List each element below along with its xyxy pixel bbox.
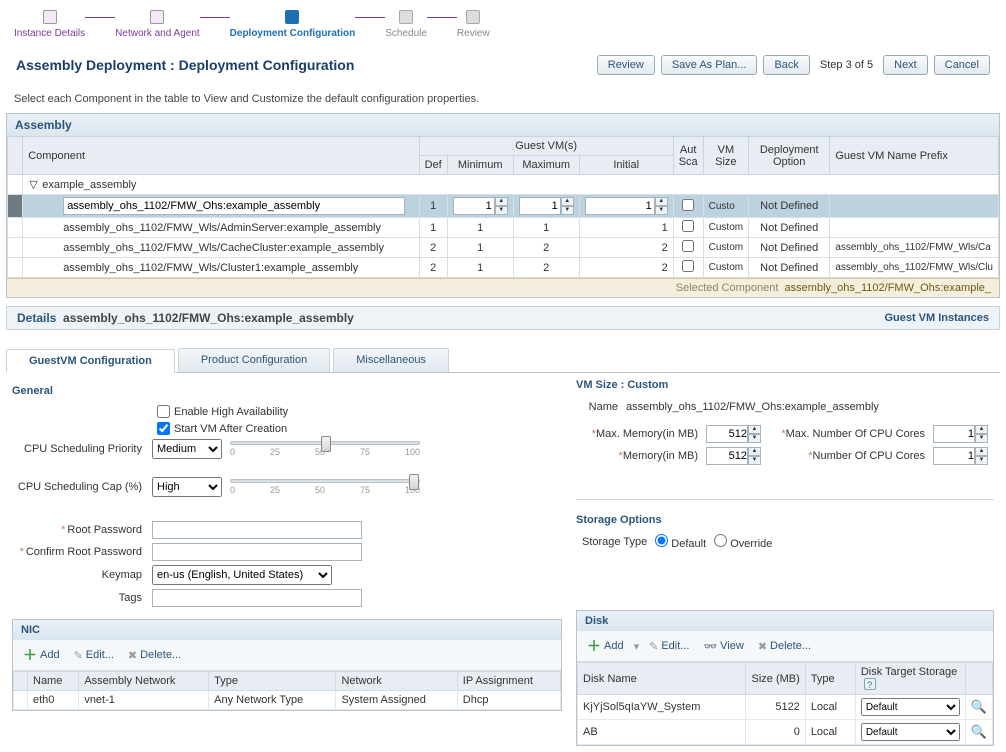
wizard-nav: Instance Details Network and Agent Deplo… — [0, 0, 1006, 43]
table-row[interactable]: AB 0 Local Default 🔍 — [578, 720, 993, 745]
assembly-header: Assembly — [7, 114, 999, 136]
table-row[interactable]: 1 ▲▼ ▲▼ ▲▼ Custo Not Defined — [8, 195, 999, 218]
enable-ha-label: Enable High Availability — [174, 406, 288, 418]
component-name-input[interactable] — [63, 197, 405, 215]
initial-spinner[interactable]: ▲▼ — [585, 197, 668, 215]
tab-product-config[interactable]: Product Configuration — [178, 348, 330, 372]
table-row[interactable]: KjYjSol5qIaYW_System 5122 Local Default … — [578, 695, 993, 720]
table-row[interactable]: assembly_ohs_1102/FMW_Wls/Cluster1:examp… — [8, 258, 999, 278]
page-title: Assembly Deployment : Deployment Configu… — [16, 57, 354, 73]
up-arrow-icon: ▲ — [495, 197, 508, 206]
auto-scale-checkbox[interactable] — [682, 220, 694, 232]
x-icon: ✖ — [128, 649, 137, 662]
auto-scale-checkbox[interactable] — [682, 240, 694, 252]
cancel-button[interactable]: Cancel — [934, 55, 990, 75]
search-icon[interactable]: 🔍 — [971, 699, 987, 714]
enable-ha-checkbox[interactable] — [157, 405, 170, 418]
review-button[interactable]: Review — [597, 55, 655, 75]
cores-spinner[interactable]: ▲▼ — [933, 447, 988, 465]
step-schedule[interactable]: Schedule — [385, 10, 427, 39]
pencil-icon: ✎ — [74, 649, 83, 662]
tree-root-row[interactable]: ▽ example_assembly — [8, 175, 999, 195]
down-arrow-icon: ▼ — [495, 206, 508, 215]
tab-miscellaneous[interactable]: Miscellaneous — [333, 348, 449, 372]
root-password-input[interactable] — [152, 521, 362, 539]
disk-delete-button[interactable]: ✖Delete... — [754, 638, 815, 655]
pencil-icon: ✎ — [649, 640, 658, 653]
vmsize-name-value: assembly_ohs_1102/FMW_Ohs:example_assemb… — [626, 401, 879, 413]
storage-override-radio[interactable]: Override — [714, 534, 772, 550]
start-vm-checkbox[interactable] — [157, 422, 170, 435]
step-deployment-config[interactable]: Deployment Configuration — [230, 10, 356, 39]
plus-icon: ＋ — [587, 636, 601, 656]
assembly-table: Component Guest VM(s) Aut Sca VM Size De… — [7, 136, 999, 278]
keymap-select[interactable]: en-us (English, United States) — [152, 565, 332, 585]
cap-select[interactable]: High — [152, 477, 222, 497]
nic-add-button[interactable]: ＋Add — [19, 643, 64, 667]
storage-default-radio[interactable]: Default — [655, 534, 706, 550]
priority-slider[interactable] — [230, 441, 420, 445]
nic-edit-button[interactable]: ✎Edit... — [70, 647, 118, 664]
disk-add-button[interactable]: ＋Add — [583, 634, 628, 658]
back-button[interactable]: Back — [763, 55, 809, 75]
maximum-spinner[interactable]: ▲▼ — [519, 197, 574, 215]
step-instance-details[interactable]: Instance Details — [14, 10, 85, 39]
general-section-label: General — [12, 385, 562, 397]
search-icon[interactable]: 🔍 — [971, 724, 987, 739]
tab-guestvm-config[interactable]: GuestVM Configuration — [6, 349, 175, 373]
details-bar: Details assembly_ohs_1102/FMW_Ohs:exampl… — [6, 306, 1000, 330]
help-icon[interactable]: ? — [864, 678, 876, 690]
page-header: Assembly Deployment : Deployment Configu… — [0, 43, 1006, 87]
tabs-bar: GuestVM Configuration Product Configurat… — [6, 348, 1000, 373]
tree-collapse-icon[interactable]: ▽ — [29, 178, 39, 191]
start-vm-label: Start VM After Creation — [174, 423, 287, 435]
cap-slider[interactable] — [230, 479, 420, 483]
guest-vm-instances-link[interactable]: Guest VM Instances — [884, 312, 989, 324]
max-cores-spinner[interactable]: ▲▼ — [933, 425, 988, 443]
storage-section-label: Storage Options — [576, 514, 994, 526]
disk-table: Disk Name Size (MB) Type Disk Target Sto… — [577, 662, 993, 745]
table-row[interactable]: eth0 vnet-1 Any Network Type System Assi… — [14, 691, 561, 710]
memory-spinner[interactable]: ▲▼ — [706, 447, 761, 465]
assembly-panel: Assembly Component Guest VM(s) Aut Sca V… — [6, 113, 1000, 298]
nic-table: Name Assembly Network Type Network IP As… — [13, 671, 561, 710]
max-memory-spinner[interactable]: ▲▼ — [706, 425, 761, 443]
plus-icon: ＋ — [23, 645, 37, 665]
next-button[interactable]: Next — [883, 55, 928, 75]
step-review[interactable]: Review — [457, 10, 490, 39]
vmsize-section-label: VM Size : Custom — [576, 379, 994, 391]
nic-panel: NIC ＋Add ✎Edit... ✖Delete... Name Assemb… — [12, 619, 562, 711]
minimum-spinner[interactable]: ▲▼ — [453, 197, 508, 215]
disk-panel: Disk ＋Add ▾ ✎Edit... 👓View ✖Delete... Di… — [576, 610, 994, 746]
instruction-text: Select each Component in the table to Vi… — [0, 87, 1006, 111]
x-icon: ✖ — [758, 640, 767, 653]
tags-input[interactable] — [152, 589, 362, 607]
confirm-password-input[interactable] — [152, 543, 362, 561]
selected-component-footer: Selected Component assembly_ohs_1102/FMW… — [7, 278, 999, 297]
save-as-plan-button[interactable]: Save As Plan... — [661, 55, 758, 75]
auto-scale-checkbox[interactable] — [682, 260, 694, 272]
table-row[interactable]: assembly_ohs_1102/FMW_Wls/AdminServer:ex… — [8, 218, 999, 238]
glasses-icon: 👓 — [703, 640, 717, 653]
step-network-agent[interactable]: Network and Agent — [115, 10, 200, 39]
auto-scale-checkbox[interactable] — [682, 199, 694, 211]
table-row[interactable]: assembly_ohs_1102/FMW_Wls/CacheCluster:e… — [8, 238, 999, 258]
nic-delete-button[interactable]: ✖Delete... — [124, 647, 185, 664]
disk-edit-button[interactable]: ✎Edit... — [645, 638, 693, 655]
disk-target-select[interactable]: Default — [861, 698, 960, 716]
priority-select[interactable]: Medium — [152, 439, 222, 459]
step-indicator: Step 3 of 5 — [820, 59, 873, 71]
disk-target-select[interactable]: Default — [861, 723, 960, 741]
disk-view-button[interactable]: 👓View — [699, 638, 747, 655]
